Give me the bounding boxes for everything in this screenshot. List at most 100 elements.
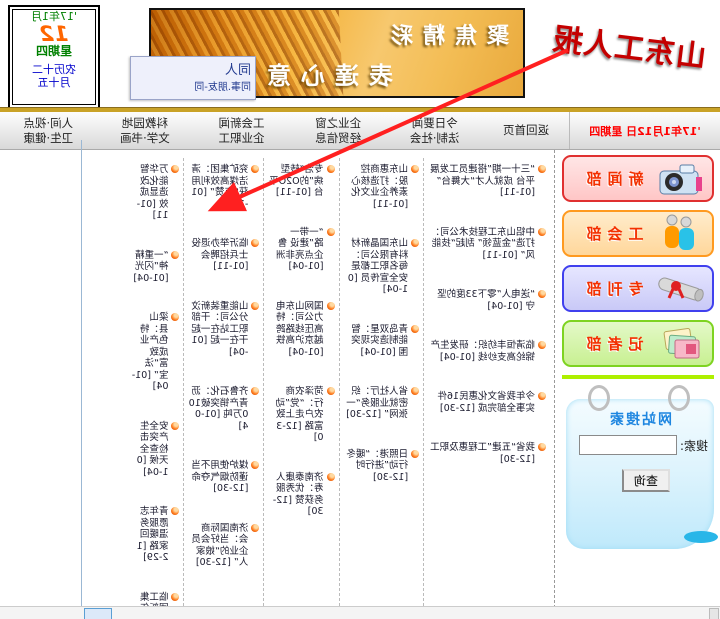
nav-link[interactable]: 人间·视点 [24,117,74,130]
nav-link[interactable]: 企业之窗 [315,117,361,130]
nav-link[interactable]: 科教园地 [122,117,168,130]
dept-label: 记者部 [570,333,654,354]
nav-link[interactable]: 工会新闻 [219,117,265,130]
news-item[interactable]: 临工集团新年开门红 [12-29] [131,592,179,607]
nav-link[interactable]: 今日要闻 [412,117,458,130]
news-item-title[interactable]: 临清恒丰纺织：研发生产锦纶高支纱线 [01-04] [430,340,535,363]
nav-group-0: 今日要闻法制·社会 [386,112,483,149]
search-input[interactable] [579,435,677,455]
scrollbar-thumb[interactable] [84,608,112,619]
bullet-icon [251,302,259,310]
news-item[interactable]: 兖矿集团：清洁煤高效利用获“点赞” [01-11] [188,164,259,210]
news-item-title[interactable]: “送电人”零下33度的坚守 [01-04] [437,289,535,312]
ad-popup[interactable]: 同人 同事.朋友-同 [130,56,256,100]
news-item-title[interactable]: 青岛双星：智能制造实现突围 [01-04] [351,324,408,358]
news-item[interactable]: 齐鲁石化：沥青产销突破100万吨 [01-04] [188,386,259,432]
news-item[interactable]: “三十一期”搭建员工发展平台 成就人才“大舞台” [01-11] [428,164,546,199]
news-column-2: 山东惠商控股：打造核心素养企业文化 [01-11] 山东国晶新材料有限公司：每名职… [339,158,424,606]
news-item[interactable]: 济南泰康人寿：优秀服务获赞 [12-30] [268,472,334,518]
bullet-icon [171,313,179,321]
news-item[interactable]: 中铝山东工程技术公司：打造“金蓝领” 刮起“技能风” [01-11] [428,227,546,262]
news-item-title[interactable]: 专治“转型病”的O2O平台 [01-11] [269,164,323,198]
nav-group-2: 工会新闻企业职工 [193,112,290,149]
bullet-icon [171,507,179,515]
news-item-title[interactable]: 日照港：“暖冬行动”进行时 [12-30] [346,449,408,483]
news-item[interactable]: 山东国晶新材料有限公司：每名职工都是安全宣传员 [01-04] [344,238,420,296]
news-item-title[interactable]: 山东惠商控股：打造核心素养企业文化 [01-11] [351,164,408,210]
dept-label: 工会部 [570,223,654,244]
news-item[interactable]: 今年我省文化惠民16件实事全部完成 [12-30] [428,391,546,414]
news-item-title[interactable]: 山东国晶新材料有限公司：每名职工都是安全宣传员 [01-04] [348,238,408,295]
news-item[interactable]: 省人社厅：织密就业服务“一张网” [12-30] [344,386,420,421]
diploma-icon [654,269,706,309]
nav-link[interactable]: 卫生·健康 [24,132,74,145]
dept-button-新闻部[interactable]: 新闻部 [562,155,714,202]
news-item-title[interactable]: 山能重装新汶分公司：干部职工站在一起干在一起 [01-04] [191,301,248,358]
news-item-title[interactable]: 安全生产突击检查全天候 [01-04] [137,421,169,478]
news-item-title[interactable]: 梁山县：特色产业成致富“法宝” [01-04] [132,312,169,392]
news-item-title[interactable]: 齐鲁石化：沥青产销突破100万吨 [01-04] [189,386,249,432]
news-item-title[interactable]: 万华智能化改造显成效 [01-11] [137,164,169,221]
news-item-title[interactable]: 省人社厅：织密就业服务“一张网” [12-30] [346,386,408,420]
news-item[interactable]: 青岛双星：智能制造实现突围 [01-04] [344,324,420,359]
news-item-title[interactable]: 菏泽农商行：“党”动农户走上致富路 [12-30] [276,386,324,443]
news-item[interactable]: 菏泽农商行：“党”动农户走上致富路 [12-30] [268,386,334,444]
news-item[interactable]: 临沂举办退役士兵招聘会 [01-11] [188,238,259,273]
news-item[interactable]: 日照港：“暖冬行动”进行时 [12-30] [344,449,420,484]
news-item-title[interactable]: 青年志愿服务温暖回家路 [12-29] [137,506,169,563]
nav-link[interactable]: 文学·书画 [120,132,170,145]
dept-button-工会部[interactable]: 工会部 [562,210,714,257]
news-column-4: 兖矿集团：清洁煤高效利用获“点赞” [01-11] 临沂举办退役士兵招聘会 [01… [183,158,263,606]
news-item-title[interactable]: 临工集团新年开门红 [12-29] [133,592,168,607]
lime-divider [562,375,714,379]
news-item-title[interactable]: 济南国际商会：当好会员企业的“娘家人” [12-30] [191,523,248,569]
news-item[interactable]: 梁山县：特色产业成致富“法宝” [01-04] [131,312,179,393]
dept-button-专刊部[interactable]: 专刊部 [562,265,714,312]
news-item[interactable]: 专治“转型病”的O2O平台 [01-11] [268,164,334,199]
news-column-1: “三十一期”搭建员工发展平台 成就人才“大舞台” [01-11] 中铝山东工程技术… [423,158,550,606]
news-item-title[interactable]: 临沂举办退役士兵招聘会 [01-11] [191,238,248,272]
news-item-title[interactable]: 中铝山东工程技术公司：打造“金蓝领” 刮起“技能风” [01-11] [430,227,535,261]
news-item-title[interactable]: “一带一路”建设 鲁企点亮非洲 [01-04] [276,227,324,273]
news-item[interactable]: 青年志愿服务温暖回家路 [12-29] [131,506,179,564]
news-item-title[interactable]: “三十一期”搭建员工发展平台 成就人才“大舞台” [01-11] [430,164,535,198]
bullet-icon [538,228,546,236]
nav-link[interactable]: 经贸信息 [315,132,361,145]
bullet-icon [251,239,259,247]
nav-link[interactable]: 法制·社会 [410,132,460,145]
bullet-icon [538,341,546,349]
news-item[interactable]: 山东惠商控股：打造核心素养企业文化 [01-11] [344,164,420,210]
dept-label: 新闻部 [570,168,654,189]
news-column-5: 万华智能化改造显成效 [01-11] “一重精神”闪光 [01-04] 梁山县：特色… [127,158,183,606]
news-item[interactable]: 临清恒丰纺织：研发生产锦纶高支纱线 [01-04] [428,340,546,363]
news-item[interactable]: 国网山东电力公司：特高压线路跨越京沪高铁 [01-04] [268,301,334,359]
news-item-title[interactable]: “一重精神”闪光 [01-04] [133,250,168,284]
screenshot-viewport: 山东工人报 '17年1月 12 星期四 农历十二 月十五 聚焦精彩 表達心意 同… [0,0,720,619]
news-item-title[interactable]: 兖矿集团：清洁煤高效利用获“点赞” [01-11] [191,164,248,210]
bullet-icon [411,325,419,333]
news-item[interactable]: 万华智能化改造显成效 [01-11] [131,164,179,222]
news-item-title[interactable]: 今年我省文化惠民16件实事全部完成 [12-30] [437,391,535,414]
news-item[interactable]: 煤炉使用不当 谨防烟气夺命 [12-30] [188,460,259,495]
nav-link[interactable]: 企业职工 [219,132,265,145]
news-item-title[interactable]: 国网山东电力公司：特高压线路跨越京沪高铁 [01-04] [276,301,324,358]
news-item-title[interactable]: 我省“五建”工程惠及职工 [12-30] [430,442,535,465]
news-item[interactable]: 济南国际商会：当好会员企业的“娘家人” [12-30] [188,523,259,569]
ad-popup-line1: 同人 [135,59,251,78]
news-item[interactable]: “一重精神”闪光 [01-04] [131,250,179,285]
cards-icon [654,324,706,364]
news-item-title[interactable]: 煤炉使用不当 谨防烟气夺命 [12-30] [191,460,248,494]
horizontal-scrollbar[interactable] [0,606,720,619]
bullet-icon [171,593,179,601]
news-item[interactable]: “送电人”零下33度的坚守 [01-04] [428,289,546,312]
news-item[interactable]: 我省“五建”工程惠及职工 [12-30] [428,442,546,465]
nav-home-link[interactable]: 返回首页 [483,124,569,137]
news-item-title[interactable]: 济南泰康人寿：优秀服务获赞 [12-30] [273,472,324,518]
news-item[interactable]: 山能重装新汶分公司：干部职工站在一起干在一起 [01-04] [188,301,259,359]
banner-slogan-1: 聚焦精彩 [381,18,509,50]
news-item[interactable]: “一带一路”建设 鲁企点亮非洲 [01-04] [268,227,334,273]
search-submit-button[interactable]: 查询 [622,469,670,492]
news-item[interactable]: 安全生产突击检查全天候 [01-04] [131,421,179,479]
dept-button-记者部[interactable]: 记者部 [562,320,714,367]
search-row: 搜索: [579,435,708,455]
